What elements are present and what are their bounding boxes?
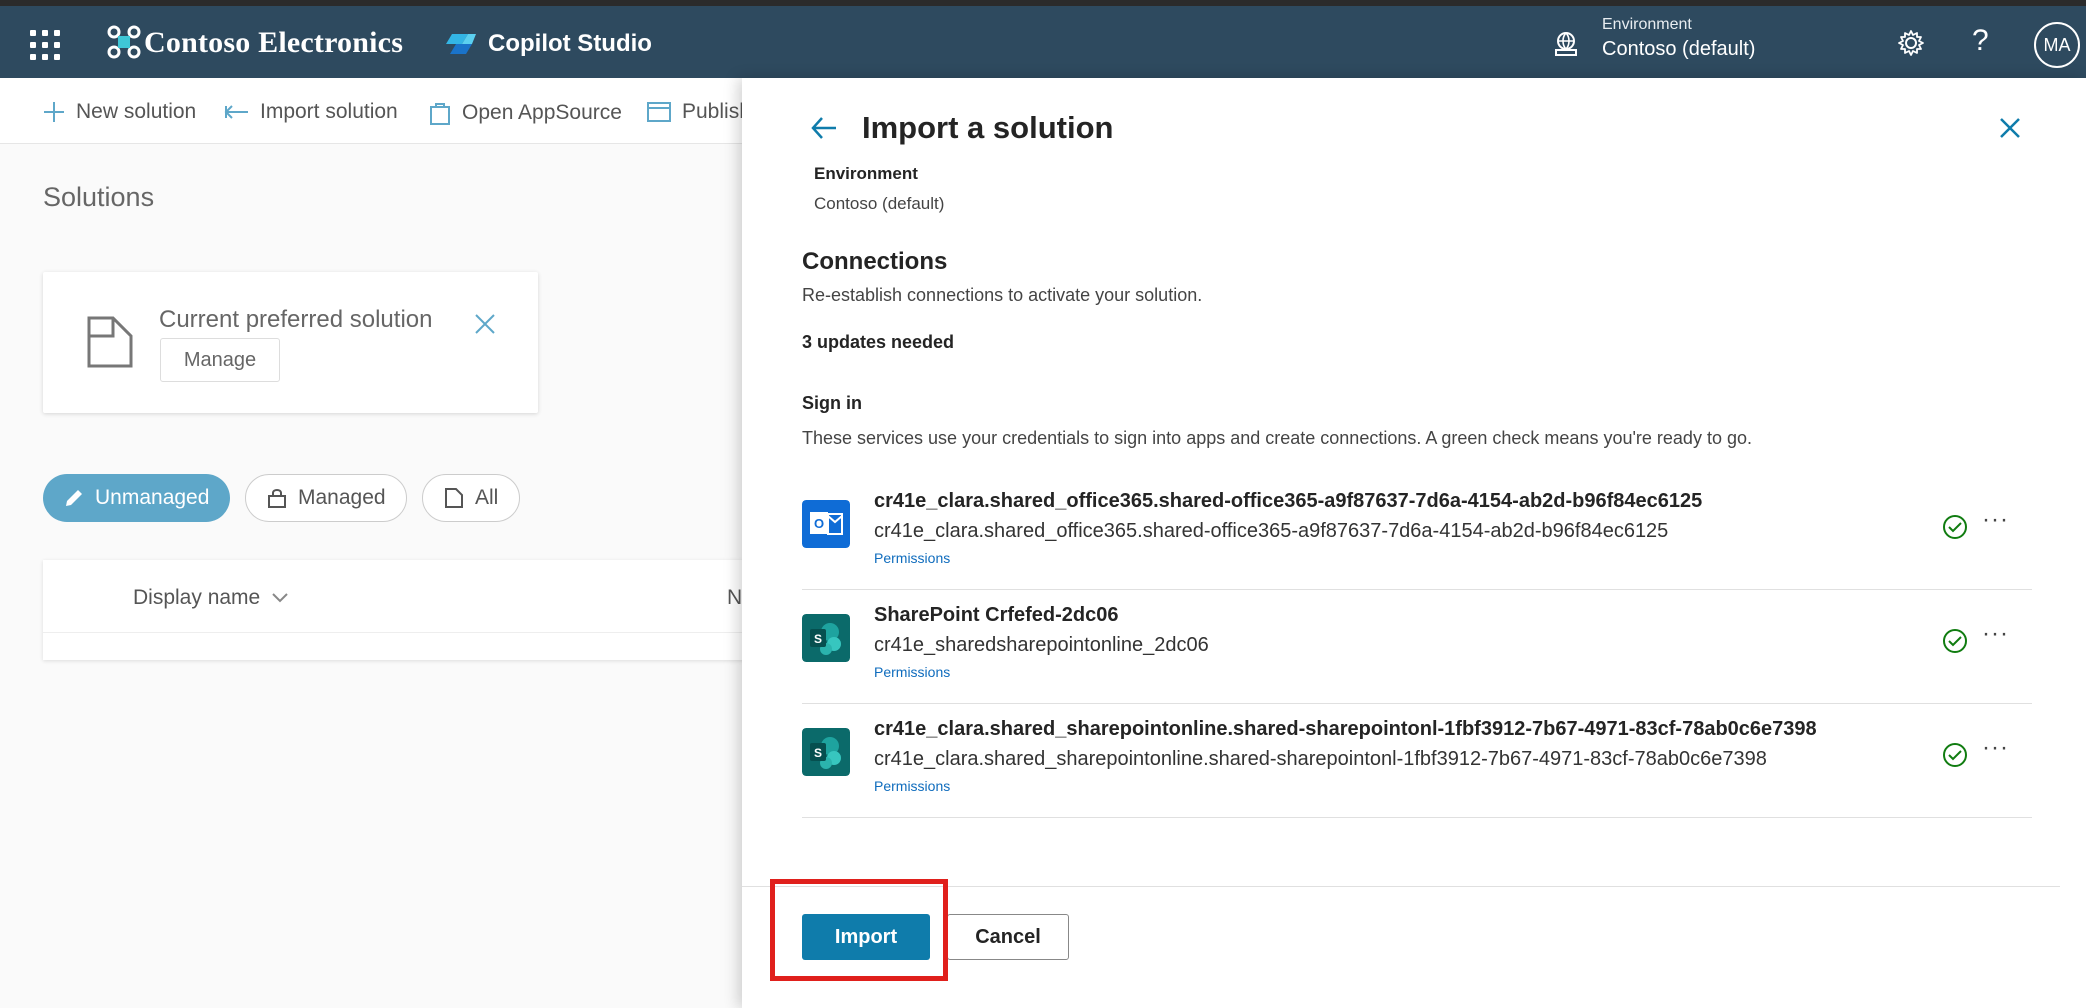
environment-key: Environment (814, 164, 918, 183)
connection-title: cr41e_clara.shared_office365.shared-offi… (874, 490, 1703, 512)
page-title: Solutions (43, 182, 155, 212)
open-appsource-label: Open AppSource (462, 101, 622, 124)
environment-picker[interactable]: Contoso (default) (1602, 38, 1755, 61)
help-icon[interactable]: ? (1972, 24, 1989, 58)
sign-in-heading: Sign in (802, 393, 862, 413)
environment-value: Contoso (default) (814, 194, 945, 213)
solution-icon (87, 316, 133, 368)
environment-icon[interactable] (1552, 30, 1580, 58)
publish-icon (647, 102, 671, 122)
plus-icon (44, 102, 64, 122)
check-circle-icon (1943, 629, 1967, 653)
check-circle-icon (1943, 743, 1967, 767)
connection-row: S cr41e_clara.shared_sharepointonline.sh… (802, 704, 2032, 818)
panel-title: Import a solution (862, 110, 1114, 145)
column-name-partial[interactable]: N (727, 586, 742, 610)
connection-title: SharePoint Crfefed-2dc06 (874, 604, 1119, 626)
product-name[interactable]: Copilot Studio (488, 30, 652, 58)
sign-in-description: These services use your credentials to s… (802, 428, 1752, 448)
highlight-box (770, 879, 948, 981)
filter-unmanaged[interactable]: Unmanaged (43, 474, 230, 522)
contoso-logo-icon (107, 25, 141, 59)
publish-button[interactable]: Publish (646, 100, 751, 124)
publish-label: Publish (682, 100, 751, 123)
app-launcher-icon[interactable] (30, 30, 60, 60)
filter-unmanaged-label: Unmanaged (95, 486, 210, 509)
preferred-solution-title: Current preferred solution (159, 306, 433, 333)
svg-text:O: O (814, 516, 824, 531)
new-solution-label: New solution (76, 100, 197, 123)
gear-icon[interactable] (1896, 28, 1926, 58)
check-circle-icon (1943, 515, 1967, 539)
permissions-link[interactable]: Permissions (874, 550, 950, 566)
grid-divider (43, 632, 783, 633)
close-icon[interactable] (473, 312, 497, 336)
environment-label: Environment (1602, 16, 1692, 33)
connections-heading: Connections (802, 248, 948, 275)
close-icon[interactable] (1998, 116, 2022, 140)
filter-all[interactable]: All (422, 474, 520, 522)
open-appsource-button[interactable]: Open AppSource (428, 100, 622, 126)
filter-all-label: All (475, 486, 499, 509)
manage-button[interactable]: Manage (160, 338, 280, 382)
permissions-link[interactable]: Permissions (874, 778, 950, 794)
permissions-link[interactable]: Permissions (874, 664, 950, 680)
top-bar: Contoso Electronics Copilot Studio Envir… (0, 6, 2086, 78)
import-solution-button[interactable]: Import solution (224, 100, 398, 124)
updates-needed: 3 updates needed (802, 332, 955, 352)
column-display-name-label: Display name (133, 586, 261, 609)
new-solution-button[interactable]: New solution (42, 100, 196, 124)
outlook-icon: O (802, 500, 850, 548)
preferred-solution-card: Current preferred solution Manage (43, 272, 538, 413)
connection-subtitle: cr41e_clara.shared_office365.shared-offi… (874, 520, 1669, 542)
lock-icon (268, 489, 286, 508)
svg-text:S: S (814, 632, 822, 646)
copilot-studio-logo-icon (446, 34, 476, 54)
connection-row: S SharePoint Crfefed-2dc06 cr41e_shareds… (802, 590, 2032, 704)
connection-title: cr41e_clara.shared_sharepointonline.shar… (874, 718, 1817, 740)
avatar[interactable]: MA (2034, 22, 2080, 68)
connection-subtitle: cr41e_sharedsharepointonline_2dc06 (874, 634, 1209, 656)
pencil-icon (66, 490, 82, 506)
connection-subtitle: cr41e_clara.shared_sharepointonline.shar… (874, 748, 1767, 770)
sharepoint-icon: S (802, 614, 850, 662)
filter-managed[interactable]: Managed (245, 474, 407, 522)
back-arrow-icon[interactable] (810, 114, 838, 142)
column-display-name[interactable]: Display name (133, 586, 290, 610)
import-icon (224, 105, 248, 119)
shopping-bag-icon (430, 103, 450, 125)
solution-small-icon (445, 488, 463, 508)
solutions-grid: Display name N (43, 560, 783, 660)
import-solution-panel: Import a solution Environment Contoso (d… (742, 78, 2086, 1008)
chevron-down-icon (272, 593, 288, 603)
import-solution-label: Import solution (260, 100, 398, 123)
filter-managed-label: Managed (298, 486, 386, 509)
connections-description: Re-establish connections to activate you… (802, 285, 1203, 305)
sharepoint-icon: S (802, 728, 850, 776)
more-options-icon[interactable]: ··· (1982, 506, 2009, 534)
more-options-icon[interactable]: ··· (1982, 620, 2009, 648)
svg-text:S: S (814, 746, 822, 760)
cancel-button[interactable]: Cancel (947, 914, 1069, 960)
connection-row: O cr41e_clara.shared_office365.shared-of… (802, 476, 2032, 590)
brand-name: Contoso Electronics (144, 26, 404, 59)
more-options-icon[interactable]: ··· (1982, 734, 2009, 762)
